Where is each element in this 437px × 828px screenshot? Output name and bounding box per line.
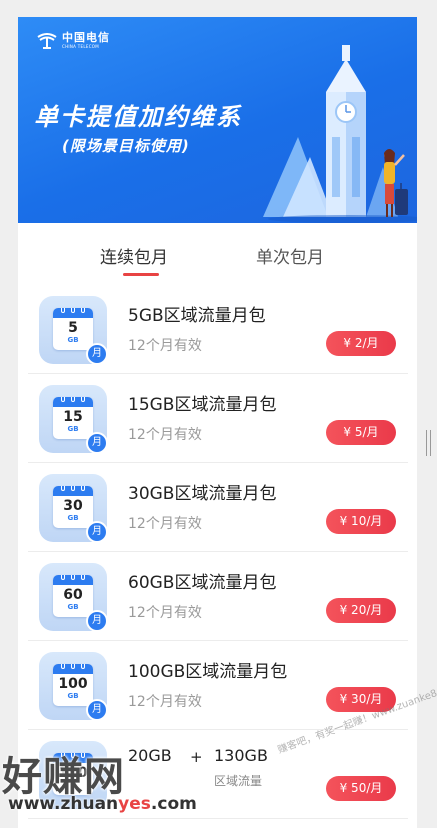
logo-name-cn: 中国电信: [62, 30, 110, 44]
icon-amount: 30: [63, 498, 83, 514]
icon-unit: GB: [67, 514, 79, 522]
month-badge: 月: [86, 343, 108, 365]
banner-subline: (限场景目标使用): [62, 137, 190, 155]
data-calendar-icon: 30 GB 月: [39, 474, 108, 543]
data-calendar-icon: 15 GB 月: [39, 385, 108, 454]
price-button[interactable]: ¥ 20/月: [326, 598, 396, 623]
combo-caption: 区域流量: [214, 774, 263, 788]
package-validity: 12个月有效: [128, 694, 202, 710]
tab-bar: 连续包月 单次包月: [18, 223, 417, 281]
telecom-logo-icon: [37, 33, 57, 49]
active-tab-indicator: [123, 273, 159, 276]
package-title: 60GB区域流量月包: [128, 573, 277, 593]
package-validity: 12个月有效: [128, 516, 202, 532]
page: 中国电信 CHINA TELECOM 单卡提值加约维系 (限场景目标使用) 连续…: [18, 17, 417, 828]
list-item[interactable]: 30 GB 月 30GB区域流量月包 12个月有效 ¥ 10/月: [28, 463, 408, 552]
month-badge: 月: [86, 610, 108, 632]
list-item[interactable]: 60 GB 月 60GB区域流量月包 12个月有效 ¥ 20/月: [28, 552, 408, 641]
package-validity: 12个月有效: [128, 605, 202, 621]
price-button[interactable]: ¥ 10/月: [326, 509, 396, 534]
month-badge: 月: [86, 521, 108, 543]
data-calendar-icon: 100 GB 月: [39, 652, 108, 721]
watermark-url-prefix: www.zhuan: [8, 794, 119, 814]
icon-amount: 15: [63, 409, 83, 425]
price-button[interactable]: ¥ 50/月: [326, 776, 396, 801]
icon-unit: GB: [67, 425, 79, 433]
list-item[interactable]: 15 GB 月 15GB区域流量月包 12个月有效 ¥ 5/月: [28, 374, 408, 463]
package-title: 15GB区域流量月包: [128, 395, 277, 415]
package-title: 100GB区域流量月包: [128, 662, 288, 682]
price-button[interactable]: ¥ 5/月: [326, 420, 396, 445]
china-telecom-logo: 中国电信 CHINA TELECOM: [36, 31, 110, 49]
promo-banner: 中国电信 CHINA TELECOM 单卡提值加约维系 (限场景目标使用): [18, 17, 417, 223]
watermark-url-suffix: .com: [150, 794, 197, 814]
data-calendar-icon: 60 GB 月: [39, 563, 108, 632]
tab-continuous-monthly[interactable]: 连续包月: [100, 243, 168, 268]
package-title: 30GB区域流量月包: [128, 484, 277, 504]
watermark-url: www.zhuanyes.com: [8, 794, 197, 814]
package-list: 5 GB 月 5GB区域流量月包 12个月有效 ¥ 2/月 15 GB 月 15…: [28, 285, 408, 819]
icon-amount: 60: [63, 587, 83, 603]
icon-amount: 100: [58, 676, 88, 692]
package-title: 5GB区域流量月包: [128, 306, 266, 326]
icon-unit: GB: [67, 603, 79, 611]
price-button[interactable]: ¥ 2/月: [326, 331, 396, 356]
list-item[interactable]: 5 GB 月 5GB区域流量月包 12个月有效 ¥ 2/月: [28, 285, 408, 374]
scrollbar-handle[interactable]: [426, 430, 431, 456]
data-calendar-icon: 5 GB 月: [39, 296, 108, 365]
clocktower-traveler-illustration: [263, 45, 417, 223]
package-validity: 12个月有效: [128, 427, 202, 443]
icon-unit: GB: [67, 336, 79, 344]
month-badge: 月: [86, 432, 108, 454]
site-watermark: 好赚网 www.zhuanyes.com: [0, 744, 200, 828]
month-badge: 月: [86, 699, 108, 721]
watermark-url-accent: yes: [118, 794, 151, 814]
banner-headline: 单卡提值加约维系: [34, 103, 242, 131]
icon-amount: 5: [68, 320, 78, 336]
package-validity: 12个月有效: [128, 338, 202, 354]
icon-unit: GB: [67, 692, 79, 700]
combo-extra-amount: 130GB: [214, 746, 268, 765]
logo-name-en: CHINA TELECOM: [62, 43, 99, 49]
tab-single-monthly[interactable]: 单次包月: [256, 243, 324, 268]
